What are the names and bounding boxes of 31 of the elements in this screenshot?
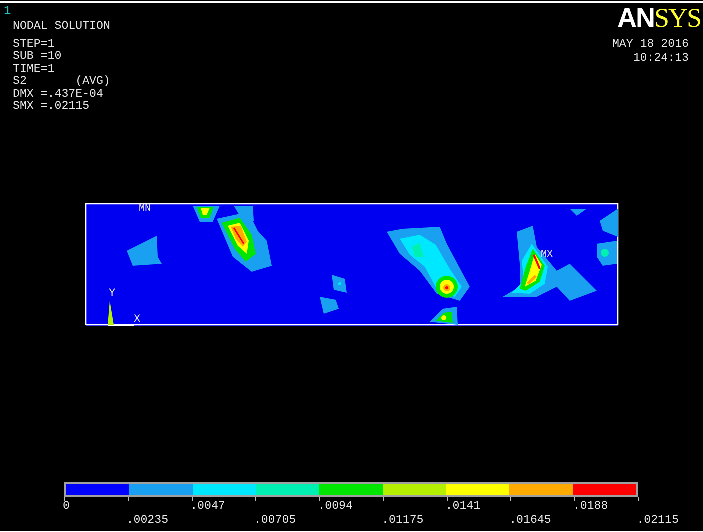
- contour-region: [600, 209, 618, 237]
- contour-region: [127, 236, 162, 266]
- min-label: MN: [139, 204, 152, 215]
- info-line: STEP=1: [13, 39, 55, 51]
- legend-label: 0: [63, 501, 70, 515]
- info-line: S2 (AVG): [13, 76, 110, 89]
- info-line: DMX =.437E-04: [13, 88, 104, 101]
- axis-triad-icon: [108, 301, 134, 326]
- legend-label: .0094: [318, 501, 353, 515]
- plot-date: MAY 18 2016: [612, 39, 689, 51]
- legend-label: .00235: [126, 515, 169, 527]
- x-axis-label: X: [134, 314, 141, 326]
- info-line: TIME=1: [13, 64, 55, 76]
- plot-title: NODAL SOLUTION: [13, 20, 110, 33]
- legend-label: .01175: [382, 515, 424, 527]
- contour-region: [570, 209, 587, 216]
- legend-label: .0188: [573, 501, 608, 515]
- info-line: SMX =.02115: [13, 101, 90, 114]
- info-line: SUB =10: [13, 51, 62, 64]
- contour-region: [430, 307, 458, 325]
- legend-label: .0141: [446, 501, 481, 515]
- y-axis-label: Y: [109, 288, 116, 300]
- ansys-logo: ANSYS: [617, 6, 701, 30]
- contour-region: [320, 297, 339, 314]
- legend-label: .01645: [510, 515, 552, 527]
- legend-label: .00705: [254, 515, 296, 527]
- window-number: 1: [4, 5, 12, 17]
- contour-region: [332, 275, 347, 293]
- legend-label: .02115: [637, 515, 679, 527]
- legend-label: .0047: [190, 501, 226, 515]
- plot-time: 10:24:13: [633, 53, 689, 65]
